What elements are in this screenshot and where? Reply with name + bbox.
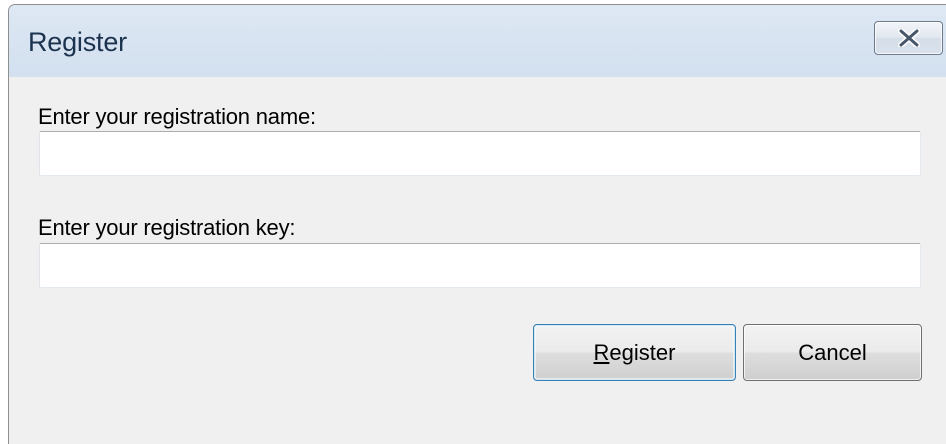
close-icon [897, 29, 920, 47]
registration-key-input[interactable] [39, 243, 921, 288]
register-button[interactable]: Register [533, 324, 736, 381]
cancel-button-label: Cancel [798, 339, 867, 365]
registration-name-input[interactable] [39, 131, 921, 176]
close-button[interactable] [874, 21, 943, 55]
registration-name-label: Enter your registration name: [38, 104, 316, 129]
dialog-title: Register [28, 27, 127, 57]
register-button-mnemonic: R [593, 339, 610, 365]
register-button-label: egister [609, 339, 676, 365]
register-dialog: Register Enter your registration name: E… [8, 4, 946, 444]
registration-key-label: Enter your registration key: [38, 215, 296, 240]
cancel-button[interactable]: Cancel [743, 324, 922, 381]
title-bar[interactable]: Register [9, 5, 946, 77]
